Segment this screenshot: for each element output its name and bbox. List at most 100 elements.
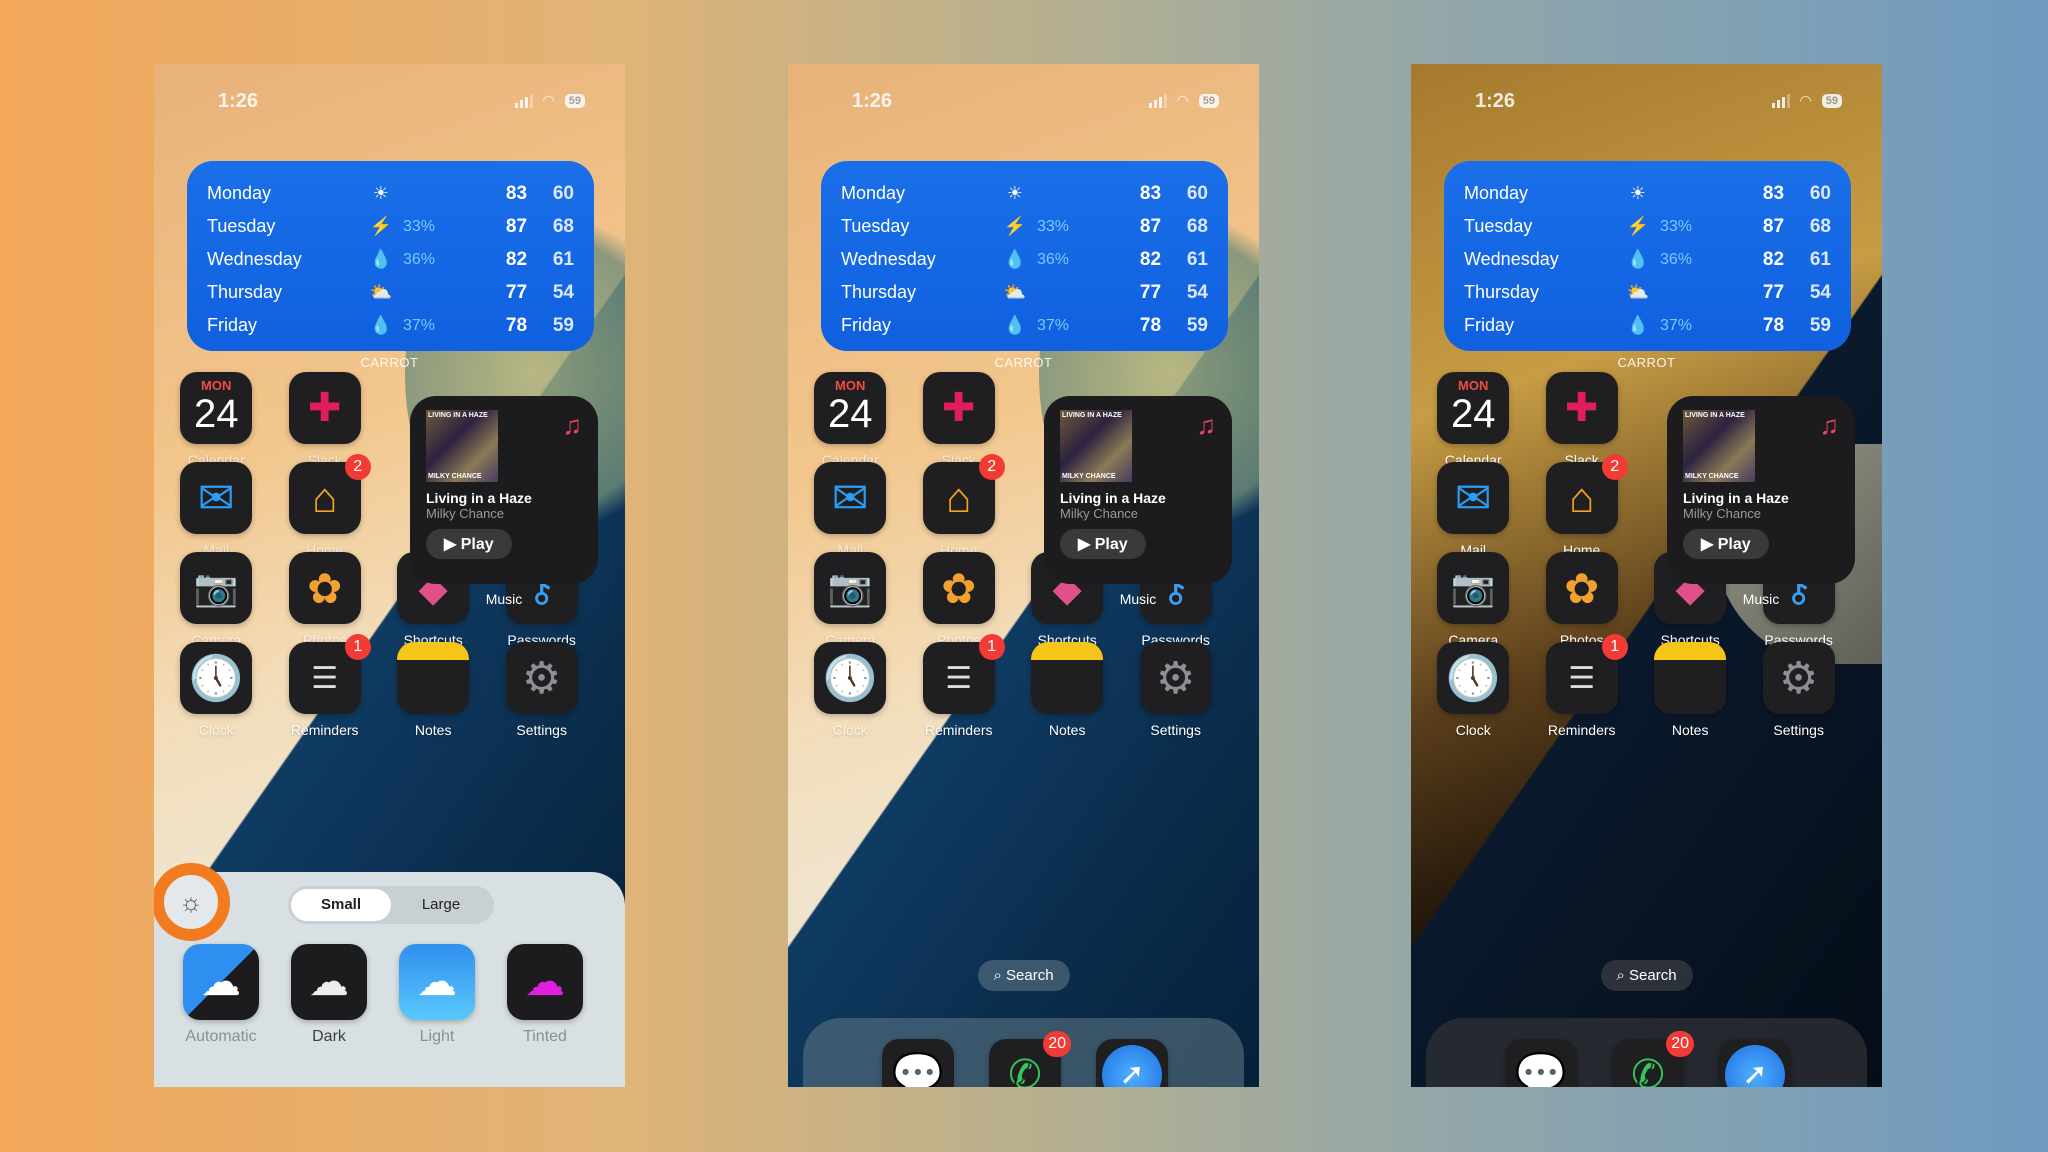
music-widget[interactable]: LIVING IN A HAZE MILKY CHANCE ♫ Living i…	[1667, 396, 1855, 584]
music-widget[interactable]: LIVING IN A HAZE MILKY CHANCE ♫ Living i…	[410, 396, 598, 584]
play-button[interactable]: ▶ Play	[1683, 529, 1769, 559]
app-notes[interactable]: Notes	[393, 642, 473, 738]
precip-chance: 33%	[1659, 217, 1692, 235]
app-slack[interactable]: ✚ Slack	[1542, 372, 1622, 468]
weather-widget[interactable]: Monday ☀ 83 60 Tuesday ⚡ 33% 87 68 Wedne…	[1444, 161, 1851, 351]
precip-chance: 33%	[1036, 217, 1069, 235]
song-title: Living in a Haze	[426, 490, 532, 506]
high-temp: 87	[1139, 215, 1162, 237]
app-notes[interactable]: Notes	[1650, 642, 1730, 738]
app-clock[interactable]: 🕔 Clock	[176, 642, 256, 738]
app-calendar[interactable]: MON 24 Calendar	[1433, 372, 1513, 468]
app-reminders[interactable]: ☰ 1 Reminders	[1542, 634, 1628, 738]
music-widget[interactable]: LIVING IN A HAZE MILKY CHANCE ♫ Living i…	[1044, 396, 1232, 584]
battery-icon: 59	[1198, 93, 1219, 108]
album-art: LIVING IN A HAZE MILKY CHANCE	[426, 410, 498, 482]
app-clock[interactable]: 🕔 Clock	[1433, 642, 1513, 738]
app-home[interactable]: ⌂ 2 Home	[919, 454, 1005, 558]
app-reminders[interactable]: ☰ 1 Reminders	[919, 634, 1005, 738]
app-slack[interactable]: ✚ Slack	[919, 372, 999, 468]
settings-icon: ⚙	[505, 642, 578, 714]
style-option-automatic[interactable]: ☁ Automatic	[176, 944, 266, 1046]
app-slack[interactable]: ✚ Slack	[285, 372, 365, 468]
brightness-button[interactable]: ☼	[154, 863, 230, 941]
style-option-light[interactable]: ☁ Light	[392, 944, 482, 1046]
play-button[interactable]: ▶ Play	[1060, 529, 1146, 559]
reminders-icon: ☰ 1	[922, 634, 1005, 714]
play-button[interactable]: ▶ Play	[426, 529, 512, 559]
high-temp: 82	[505, 248, 528, 270]
app-label: Notes	[1671, 722, 1709, 738]
high-temp: 77	[505, 281, 528, 303]
low-temp: 59	[1186, 314, 1208, 336]
dock: 💬 ✆ 20 ➚	[1426, 1018, 1867, 1087]
forecast-row: Monday ☀ 83 60	[1464, 177, 1831, 210]
style-option-dark[interactable]: ☁ Dark	[284, 944, 374, 1046]
size-option-small[interactable]: Small	[291, 889, 391, 921]
app-camera[interactable]: 📷 Camera	[1433, 552, 1513, 648]
app-messages[interactable]: 💬	[1501, 1039, 1581, 1087]
size-option-large[interactable]: Large	[391, 889, 491, 921]
calendar-month: MON	[201, 378, 232, 393]
photos-icon: ✿	[922, 552, 995, 624]
battery-icon: 59	[564, 93, 585, 108]
mail-icon: ✉	[180, 462, 253, 534]
play-icon: ▶	[1701, 536, 1718, 553]
app-phone[interactable]: ✆ 20	[985, 1031, 1071, 1087]
album-artist-text: MILKY CHANCE	[1685, 473, 1739, 480]
notification-badge: 1	[978, 634, 1005, 660]
raindrop-icon: 💧	[1003, 249, 1027, 269]
app-messages[interactable]: 💬	[878, 1039, 958, 1087]
song-artist: Milky Chance	[426, 506, 505, 521]
app-notes[interactable]: Notes	[1027, 642, 1107, 738]
app-mail[interactable]: ✉ Mail	[1433, 462, 1513, 558]
style-label: Automatic	[185, 1028, 257, 1045]
app-photos[interactable]: ✿ Photos	[285, 552, 365, 648]
app-settings[interactable]: ⚙ Settings	[502, 642, 582, 738]
app-calendar[interactable]: MON 24 Calendar	[810, 372, 890, 468]
high-temp: 87	[1762, 215, 1785, 237]
app-home[interactable]: ⌂ 2 Home	[285, 454, 371, 558]
app-clock[interactable]: 🕔 Clock	[810, 642, 890, 738]
high-temp: 83	[505, 182, 528, 204]
forecast-day: Thursday	[841, 282, 917, 302]
precip-chance: 37%	[1036, 316, 1069, 334]
icon-size-toggle[interactable]: Small Large	[288, 886, 494, 924]
app-calendar[interactable]: MON 24 Calendar	[176, 372, 256, 468]
notification-badge: 2	[1601, 454, 1628, 480]
app-mail[interactable]: ✉ Mail	[810, 462, 890, 558]
weather-widget[interactable]: Monday ☀ 83 60 Tuesday ⚡ 33% 87 68 Wedne…	[187, 161, 594, 351]
precip-chance: 36%	[1659, 250, 1692, 268]
weather-widget[interactable]: Monday ☀ 83 60 Tuesday ⚡ 33% 87 68 Wedne…	[821, 161, 1228, 351]
notification-badge: 20	[1666, 1031, 1694, 1057]
forecast-day: Monday	[841, 183, 906, 203]
photos-icon: ✿	[1545, 552, 1618, 624]
app-settings[interactable]: ⚙ Settings	[1136, 642, 1216, 738]
search-button[interactable]: ⌕ Search	[977, 960, 1070, 991]
app-settings[interactable]: ⚙ Settings	[1759, 642, 1839, 738]
messages-icon: 💬	[1505, 1039, 1577, 1087]
app-safari[interactable]: ➚	[1715, 1039, 1795, 1087]
high-temp: 83	[1139, 182, 1162, 204]
music-note-icon: ♫	[562, 410, 583, 440]
app-reminders[interactable]: ☰ 1 Reminders	[285, 634, 371, 738]
forecast-day: Wednesday	[1464, 249, 1559, 269]
precip-chance: 36%	[402, 250, 435, 268]
app-photos[interactable]: ✿ Photos	[1542, 552, 1622, 648]
search-button[interactable]: ⌕ Search	[1600, 960, 1693, 991]
notification-badge: 2	[344, 454, 371, 480]
style-label: Dark	[312, 1028, 346, 1045]
app-camera[interactable]: 📷 Camera	[810, 552, 890, 648]
search-label: Search	[1006, 967, 1054, 984]
forecast-day: Wednesday	[207, 249, 302, 269]
app-home[interactable]: ⌂ 2 Home	[1542, 454, 1628, 558]
app-photos[interactable]: ✿ Photos	[919, 552, 999, 648]
phone-screen-3: 1:26 ◠ 59 Monday ☀ 83 60 Tuesday ⚡ 33% 8…	[1411, 64, 1882, 1087]
app-camera[interactable]: 📷 Camera	[176, 552, 256, 648]
high-temp: 82	[1762, 248, 1785, 270]
style-option-tinted[interactable]: ☁ Tinted	[500, 944, 590, 1046]
camera-icon: 📷	[1437, 552, 1510, 624]
app-phone[interactable]: ✆ 20	[1608, 1031, 1694, 1087]
app-mail[interactable]: ✉ Mail	[176, 462, 256, 558]
app-safari[interactable]: ➚	[1092, 1039, 1172, 1087]
